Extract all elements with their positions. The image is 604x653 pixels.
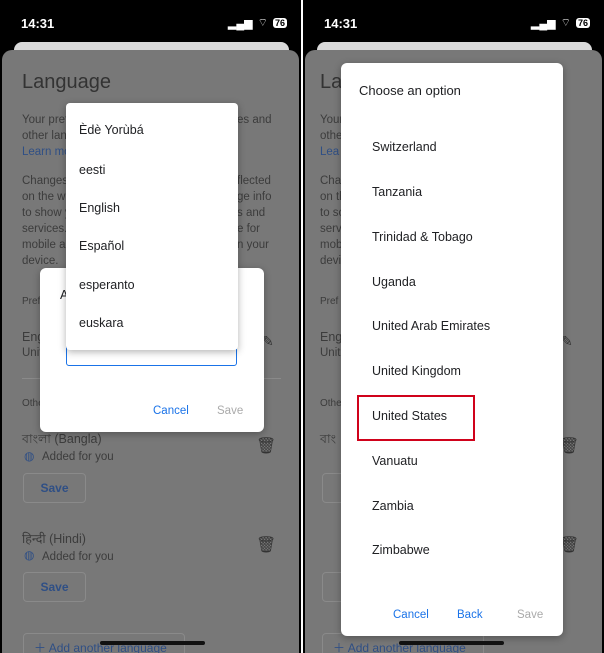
dropdown-option[interactable]: Èdè Yorùbá: [79, 123, 144, 137]
description-text: Your pref: [22, 114, 69, 126]
right-screen: 14:31 ▂▄▆⌔76 Lang Your other Lea Cha on …: [303, 0, 604, 653]
description-text: Cha: [320, 175, 342, 187]
option-item[interactable]: Uganda: [372, 275, 416, 289]
clock: 14:31: [21, 16, 55, 31]
description-text: on the w: [22, 191, 66, 203]
description-text: devi: [320, 255, 342, 267]
description-text: mob: [320, 239, 343, 251]
wifi-icon: ⌔: [560, 17, 571, 29]
language-note: Added for you: [42, 451, 114, 463]
cancel-button[interactable]: Cancel: [153, 405, 189, 417]
language-name: বাং: [320, 432, 336, 446]
dropdown-option[interactable]: eesti: [79, 163, 105, 177]
home-indicator: [100, 641, 205, 645]
description-text: flected: [237, 175, 271, 187]
wifi-icon: ⌔: [257, 17, 268, 29]
description-text: Your: [320, 114, 344, 126]
description-text: device.: [22, 255, 59, 267]
page-title: Language: [22, 71, 111, 93]
dropdown-option[interactable]: esperanto: [79, 278, 135, 292]
back-button[interactable]: Back: [457, 609, 483, 621]
battery-icon: 76: [272, 18, 287, 28]
signal-icon: ▂▄▆: [530, 17, 556, 30]
option-item[interactable]: Vanuatu: [372, 454, 418, 468]
home-indicator: [399, 641, 504, 645]
save-button[interactable]: Save: [23, 572, 86, 602]
language-note: Added for you: [42, 551, 114, 563]
clock: 14:31: [324, 16, 358, 31]
status-bar: 14:31 ▂▄▆ ⌔ 76: [0, 0, 301, 44]
trash-icon[interactable]: 🗑: [256, 436, 276, 456]
option-item[interactable]: United Kingdom: [372, 364, 461, 378]
description-text: e for: [237, 223, 261, 235]
preferred-region: Unit: [320, 347, 341, 359]
trash-icon[interactable]: 🗑: [256, 535, 276, 555]
description-text: s and: [237, 207, 266, 219]
learn-more-link[interactable]: Learn mo: [22, 146, 71, 158]
section-label: Othe: [320, 398, 342, 409]
language-name: हिन्दी (Hindi): [22, 532, 86, 546]
option-item[interactable]: United Arab Emirates: [372, 319, 490, 333]
status-bar: 14:31 ▂▄▆ ⌔ 76: [303, 0, 604, 44]
save-button[interactable]: Save: [217, 405, 243, 417]
language-dropdown: Èdè Yorùbá eesti English Español esperan…: [66, 103, 238, 350]
option-item[interactable]: Zambia: [372, 499, 414, 513]
option-item[interactable]: Switzerland: [372, 140, 437, 154]
option-item[interactable]: Trinidad & Tobago: [372, 230, 473, 244]
plus-icon: ＋: [34, 641, 49, 653]
description-text: ge info: [237, 191, 272, 203]
signal-icon: ▂▄▆: [227, 17, 253, 30]
dropdown-option[interactable]: Español: [79, 239, 124, 253]
highlight-box: [357, 395, 475, 441]
description-text: other lan: [22, 130, 67, 142]
option-item[interactable]: Zimbabwe: [372, 543, 430, 557]
cancel-button[interactable]: Cancel: [393, 609, 429, 621]
description-text: to show y: [22, 207, 71, 219]
dropdown-option[interactable]: English: [79, 201, 120, 215]
plus-icon: ＋: [333, 641, 348, 653]
save-button[interactable]: Save: [23, 473, 86, 503]
battery-icon: 76: [575, 18, 590, 28]
description-text: n your: [237, 239, 269, 251]
dropdown-option[interactable]: euskara: [79, 316, 123, 330]
globe-sparkle-icon: ◍: [24, 449, 35, 463]
save-button[interactable]: Save: [517, 609, 543, 621]
description-text: mobile a: [22, 239, 66, 251]
section-label: Pref: [22, 296, 41, 307]
description-text: Changes: [22, 175, 69, 187]
language-name: বাংলা (Bangla): [22, 432, 102, 446]
left-screen: 14:31 ▂▄▆ ⌔ 76 Language Your pref es and o…: [0, 0, 301, 653]
learn-more-link[interactable]: Lea: [320, 146, 339, 158]
globe-sparkle-icon: ◍: [24, 548, 35, 562]
option-item[interactable]: Tanzania: [372, 185, 422, 199]
preferred-language: Eng: [320, 330, 343, 344]
choose-option-dialog: Choose an option Switzerland Tanzania Tr…: [341, 63, 563, 636]
dialog-title: Choose an option: [359, 83, 461, 98]
section-label: Pref: [320, 296, 339, 307]
description-text: es and: [237, 114, 272, 126]
description-text: services.: [22, 223, 68, 235]
